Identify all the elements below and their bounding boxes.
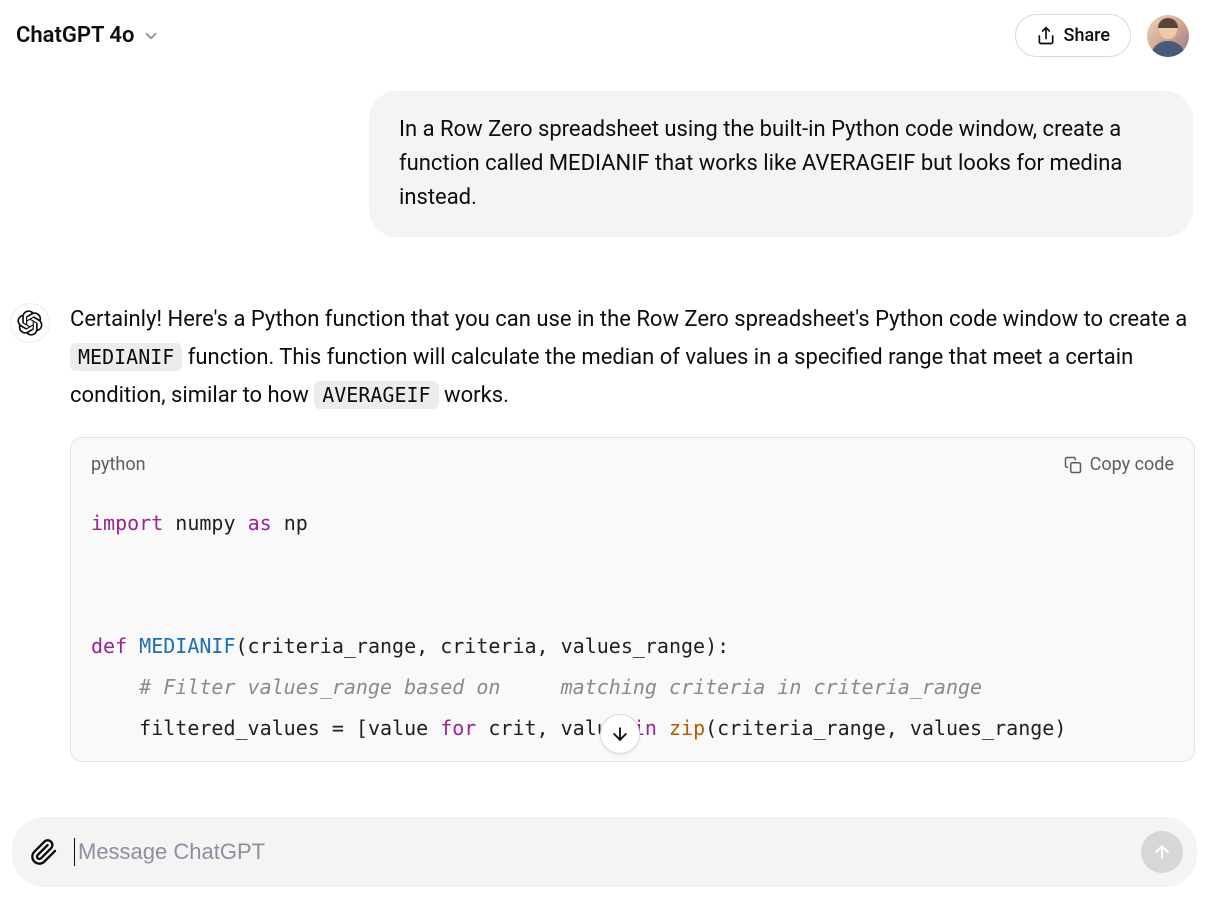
user-message-text: In a Row Zero spreadsheet using the buil… [399,117,1122,210]
code-token-params: (criteria_range, criteria, values_range)… [236,634,730,658]
assistant-avatar [10,303,50,343]
user-message-row: In a Row Zero spreadsheet using the buil… [8,91,1201,237]
chat-area: In a Row Zero spreadsheet using the buil… [0,91,1209,762]
copy-code-label: Copy code [1090,450,1174,481]
attach-button[interactable] [30,838,58,866]
paperclip-icon [30,838,58,866]
code-token-as: as [248,511,272,535]
code-block: python Copy code import numpy as np def … [70,437,1195,762]
header-bar: ChatGPT 4o Share [0,0,1209,71]
openai-logo-icon [17,310,43,336]
assistant-text-2: function. This function will calculate t… [70,345,1133,408]
avatar[interactable] [1147,15,1189,57]
code-token-for: for [440,716,476,740]
code-language-label: python [91,450,146,481]
copy-code-button[interactable]: Copy code [1064,450,1174,481]
share-icon [1036,26,1056,46]
send-button[interactable] [1141,831,1183,873]
code-token-def: def [91,634,127,658]
inline-code-medianif: MEDIANIF [70,343,182,371]
arrow-down-icon [610,724,630,744]
code-header: python Copy code [71,438,1194,485]
share-label: Share [1064,25,1110,46]
chevron-down-icon [142,27,160,45]
code-token-import: import [91,511,163,535]
code-token-comment-a: # Filter values_range based on [139,675,500,699]
assistant-text-1: Certainly! Here's a Python function that… [70,307,1187,332]
model-name: ChatGPT 4o [16,23,134,48]
assistant-message-row: Certainly! Here's a Python function that… [8,301,1201,761]
arrow-up-icon [1152,842,1172,862]
user-message-bubble: In a Row Zero spreadsheet using the buil… [369,91,1193,237]
inline-code-averageif: AVERAGEIF [314,381,438,409]
code-token-numpy: numpy [175,511,235,535]
composer-wrap [0,809,1209,903]
share-button[interactable]: Share [1015,14,1131,57]
model-selector[interactable]: ChatGPT 4o [16,23,160,48]
header-right: Share [1015,14,1189,57]
copy-icon [1064,456,1082,474]
composer [12,817,1197,887]
assistant-message-content: Certainly! Here's a Python function that… [70,301,1201,761]
code-token-zip: zip [669,716,705,740]
code-token-l3a: filtered_values = [value [91,716,440,740]
code-token-np: np [284,511,308,535]
code-token-l3c: (criteria_range, values_range) [705,716,1066,740]
code-token-comment-b: matching criteria in criteria_range [561,675,982,699]
code-token-fn: MEDIANIF [139,634,235,658]
message-input[interactable] [74,838,1125,866]
assistant-text-3: works. [439,383,509,408]
scroll-down-button[interactable] [600,714,640,754]
